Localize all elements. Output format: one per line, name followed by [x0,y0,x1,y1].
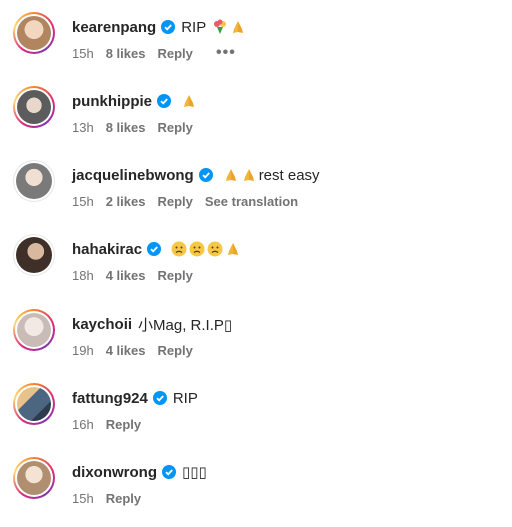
comment-time: 19h [72,343,94,358]
username[interactable]: jacquelinebwong [72,167,194,184]
verified-icon [161,20,176,34]
likes-count[interactable]: 2 likes [106,194,146,209]
folded-hands-icon [233,21,244,33]
comment-time: 18h [72,268,94,283]
comment-text: rest easy [258,166,320,184]
reply-button[interactable]: Reply [157,268,192,283]
comment-time: 16h [72,417,94,432]
likes-count[interactable]: 8 likes [106,46,146,61]
verified-icon [162,465,176,479]
comment-time: 15h [72,194,94,209]
comment: jacquelinebwong rest easy 15h 2 likes Re… [0,160,512,230]
see-translation-link[interactable]: See translation [205,194,298,209]
verified-icon [152,391,167,405]
comment-text: ▯▯▯ [182,464,207,481]
verified-icon [157,94,171,108]
comment: punkhippie 13h 8 likes Reply [0,86,512,156]
folded-hands-icon [225,169,236,181]
reply-button[interactable]: Reply [106,491,141,506]
reply-button[interactable]: Reply [106,417,141,432]
reply-button[interactable]: Reply [157,120,192,135]
username[interactable]: dixonwrong [72,464,157,481]
comment-text: 小Mag, R.I.P▯ [138,316,233,334]
avatar[interactable] [13,234,55,276]
verified-icon [147,242,162,256]
more-options-icon[interactable]: ••• [216,45,236,61]
comment: kearenpang RIP 15h 8 likes Reply ••• [0,12,512,82]
comment-text: RIP [172,389,198,407]
folded-hands-icon [228,243,239,255]
reply-button[interactable]: Reply [157,194,192,209]
likes-count[interactable]: 8 likes [106,120,146,135]
avatar[interactable] [13,309,55,351]
comment-time: 15h [72,491,94,506]
avatar[interactable] [13,457,55,499]
comment: fattung924 RIP 16h Reply [0,383,512,453]
comment: hahakirac 18h 4 likes Reply [0,234,512,304]
comment: dixonwrong ▯▯▯ 15h Reply [0,457,512,527]
username[interactable]: kaychoii [72,316,132,333]
reply-button[interactable]: Reply [157,343,192,358]
folded-hands-icon [243,169,254,181]
likes-count[interactable]: 4 likes [106,343,146,358]
username[interactable]: kearenpang [72,19,156,36]
likes-count[interactable]: 4 likes [106,268,146,283]
folded-hands-icon [184,95,194,107]
comment-time: 15h [72,46,94,61]
username[interactable]: punkhippie [72,93,152,110]
username[interactable]: fattung924 [72,390,148,407]
comment-time: 13h [72,120,94,135]
verified-icon [198,168,213,182]
sad-face-icon [171,241,187,257]
username[interactable]: hahakirac [72,241,142,258]
reply-button[interactable]: Reply [157,46,192,61]
avatar[interactable] [13,12,55,54]
comment: kaychoii 小Mag, R.I.P▯ 19h 4 likes Reply [0,309,512,379]
comment-text: RIP [181,18,207,36]
avatar[interactable] [13,160,55,202]
avatar[interactable] [13,383,55,425]
sad-face-icon [207,241,223,257]
sad-face-icon [189,241,205,257]
avatar[interactable] [13,86,55,128]
bouquet-icon [214,19,227,34]
